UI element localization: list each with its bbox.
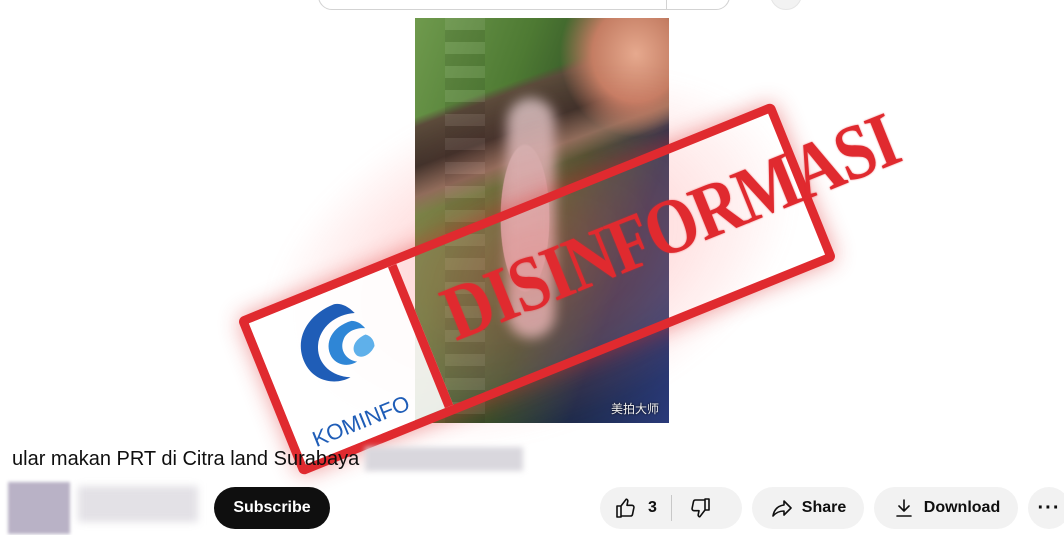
channel-name-redacted [78, 486, 198, 522]
share-label: Share [801, 499, 847, 516]
kominfo-logo-icon [300, 303, 375, 382]
thumbs-up-icon [616, 498, 635, 518]
voice-search-button[interactable] [770, 0, 802, 10]
like-button[interactable]: 3 [600, 487, 671, 529]
thumbs-down-icon [691, 498, 710, 518]
like-dislike-group: 3 [600, 487, 742, 529]
subscribe-button[interactable]: Subscribe [214, 487, 330, 529]
dislike-button[interactable] [672, 487, 712, 529]
more-actions-button[interactable]: ··· [1028, 487, 1064, 529]
more-icon: ··· [1037, 496, 1061, 519]
download-label: Download [923, 499, 1001, 516]
title-redacted-blur [365, 447, 524, 471]
like-count: 3 [648, 499, 657, 516]
download-button[interactable]: Download [874, 487, 1018, 529]
video-title: ular makan PRT di Citra land Surabaya [12, 447, 360, 470]
search-bar[interactable] [318, 0, 730, 10]
channel-avatar[interactable] [8, 482, 70, 534]
share-button[interactable]: Share [752, 487, 864, 529]
download-icon [892, 496, 916, 520]
share-icon [770, 496, 794, 520]
video-title-row: ular makan PRT di Citra land Surabaya [12, 446, 524, 472]
